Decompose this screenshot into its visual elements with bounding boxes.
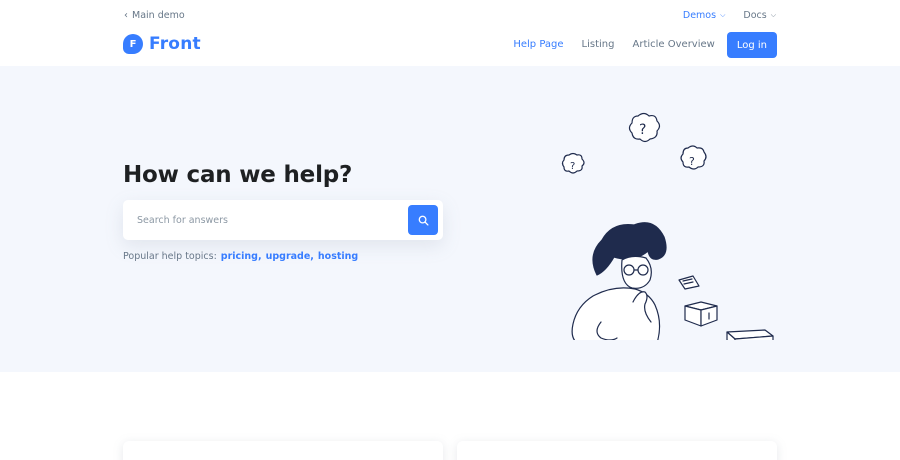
nav-help-page[interactable]: Help Page [504,32,572,58]
topic-link-upgrade[interactable]: upgrade, [266,251,314,262]
search-input[interactable] [137,210,397,230]
svg-text:?: ? [689,155,695,168]
popular-topics: Popular help topics: pricing, upgrade, h… [123,251,358,262]
search-button[interactable] [408,205,438,235]
svg-text:?: ? [639,122,646,138]
reading-person-illustration: ? ? ? [561,112,774,340]
search-icon [418,215,429,226]
chevron-left-icon: ‹ [124,10,128,21]
help-card[interactable] [123,441,443,460]
chevron-down-icon: ⌵ [720,11,726,19]
topic-link-pricing[interactable]: pricing, [221,251,262,262]
brand-logo[interactable]: F Front [123,34,201,54]
question-bubble-icon: ? [628,112,661,143]
docs-dropdown-label: Docs [743,10,767,21]
docs-dropdown[interactable]: Docs ⌵ [743,10,776,21]
nav-listing[interactable]: Listing [573,32,624,58]
back-link[interactable]: ‹ Main demo [124,10,185,21]
demos-dropdown-label: Demos [682,10,717,21]
question-bubble-icon: ? [561,152,585,174]
header: ‹ Main demo Demos ⌵ Docs ⌵ F Front Help … [0,0,900,66]
popular-topics-label: Popular help topics: [123,251,217,262]
chevron-down-icon: ⌵ [770,11,776,19]
topic-link-hosting[interactable]: hosting [318,251,358,262]
top-menus: Demos ⌵ Docs ⌵ [683,10,776,21]
nav-article-overview[interactable]: Article Overview [624,32,724,58]
hero-title: How can we help? [123,162,353,188]
question-bubble-icon: ? [680,145,707,170]
search-form [123,200,443,240]
main-nav: Help Page Listing Article Overview Log i… [504,32,777,58]
demos-dropdown[interactable]: Demos ⌵ [683,10,726,21]
logo-icon: F [123,34,143,54]
svg-text:?: ? [570,161,575,172]
hero-section: How can we help? Popular help topics: pr… [0,66,900,372]
brand-name: Front [149,34,201,54]
login-button[interactable]: Log in [726,32,777,58]
help-card[interactable] [457,441,777,460]
back-link-label: Main demo [132,10,185,21]
